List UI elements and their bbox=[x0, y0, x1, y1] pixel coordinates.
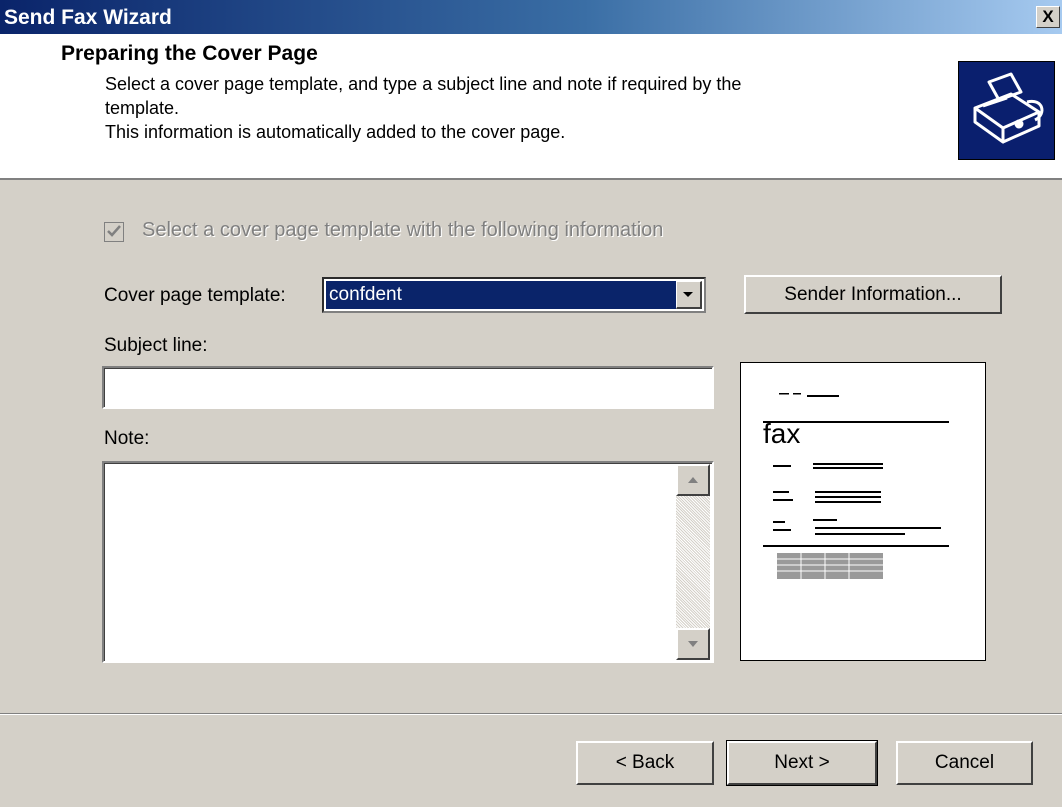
template-combobox[interactable]: confdent bbox=[322, 277, 706, 313]
preview-fax-text: fax bbox=[763, 418, 800, 449]
title-bar: Send Fax Wizard X bbox=[0, 0, 1062, 34]
note-scrollbar[interactable] bbox=[676, 464, 710, 660]
arrow-down-icon bbox=[688, 641, 698, 647]
sender-information-button[interactable]: Sender Information... bbox=[744, 275, 1002, 314]
close-button[interactable]: X bbox=[1036, 6, 1060, 28]
template-label: Cover page template: bbox=[104, 285, 286, 306]
back-button[interactable]: < Back bbox=[576, 741, 714, 785]
use-template-checkbox[interactable] bbox=[104, 222, 124, 242]
chevron-down-icon bbox=[683, 292, 693, 297]
use-template-label: Select a cover page template with the fo… bbox=[142, 219, 664, 241]
checkmark-icon bbox=[107, 225, 121, 237]
window-title: Send Fax Wizard bbox=[4, 6, 172, 29]
arrow-up-icon bbox=[688, 477, 698, 483]
description-line: template. bbox=[105, 98, 180, 118]
button-separator bbox=[0, 713, 1062, 715]
page-description: Select a cover page template, and type a… bbox=[105, 72, 905, 144]
note-textarea[interactable] bbox=[102, 461, 714, 663]
cover-page-preview: fax bbox=[740, 362, 986, 661]
cover-page-thumbnail: fax bbox=[763, 393, 949, 579]
description-line: This information is automatically added … bbox=[105, 122, 566, 142]
fax-machine-icon bbox=[958, 61, 1055, 160]
next-button[interactable]: Next > bbox=[726, 740, 878, 786]
dropdown-button[interactable] bbox=[676, 281, 702, 309]
cancel-button[interactable]: Cancel bbox=[896, 741, 1033, 785]
scroll-down-button[interactable] bbox=[676, 628, 710, 660]
note-label: Note: bbox=[104, 428, 150, 449]
template-selected-value: confdent bbox=[325, 280, 677, 310]
subject-line-input[interactable] bbox=[102, 366, 714, 409]
scroll-up-button[interactable] bbox=[676, 464, 710, 496]
description-line: Select a cover page template, and type a… bbox=[105, 74, 742, 94]
subject-label: Subject line: bbox=[104, 335, 208, 356]
close-icon: X bbox=[1042, 7, 1054, 26]
page-title: Preparing the Cover Page bbox=[61, 42, 318, 65]
